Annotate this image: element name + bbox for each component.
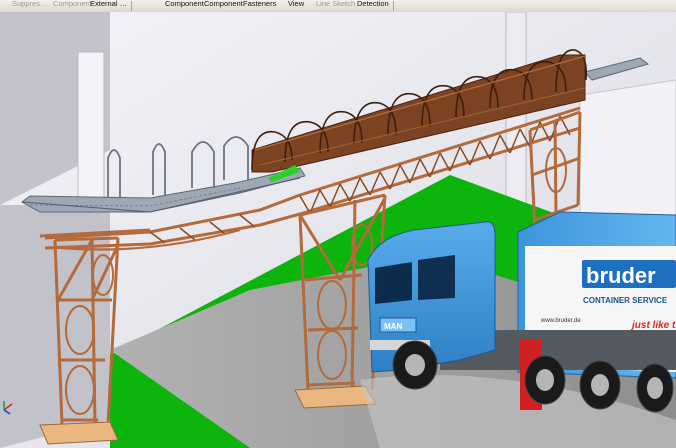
suppress-button[interactable]: Suppres… xyxy=(12,0,47,9)
website-text: www.bruder.de xyxy=(540,318,581,324)
truck: bruder CONTAINER SERVICE just like th ww… xyxy=(360,211,676,448)
view-button[interactable]: View xyxy=(288,0,304,9)
toolbar-divider xyxy=(131,1,132,11)
external-references-button[interactable]: External … xyxy=(90,0,127,9)
container-service-label: CONTAINER SERVICE xyxy=(583,296,668,305)
left-base-plate xyxy=(39,421,119,445)
interference-detection-button[interactable]: Detection xyxy=(357,0,389,9)
3d-viewport[interactable]: bruder CONTAINER SERVICE just like th ww… xyxy=(0,12,676,448)
side-window xyxy=(418,255,455,300)
fasteners-button[interactable]: Fasteners xyxy=(243,0,276,9)
cab-badge: MAN xyxy=(384,322,402,331)
pillar-left xyxy=(77,51,105,208)
component-button-2[interactable]: Component xyxy=(165,0,204,9)
line-sketch-button[interactable]: Line Sketch xyxy=(316,0,355,9)
windshield xyxy=(375,262,412,304)
toolbar-divider xyxy=(393,1,394,11)
component-button-1[interactable]: Component xyxy=(53,0,92,9)
component-button-3[interactable]: Component xyxy=(204,0,243,9)
brand-logo-text: bruder xyxy=(586,263,656,288)
slogan-text: just like th xyxy=(630,320,676,331)
